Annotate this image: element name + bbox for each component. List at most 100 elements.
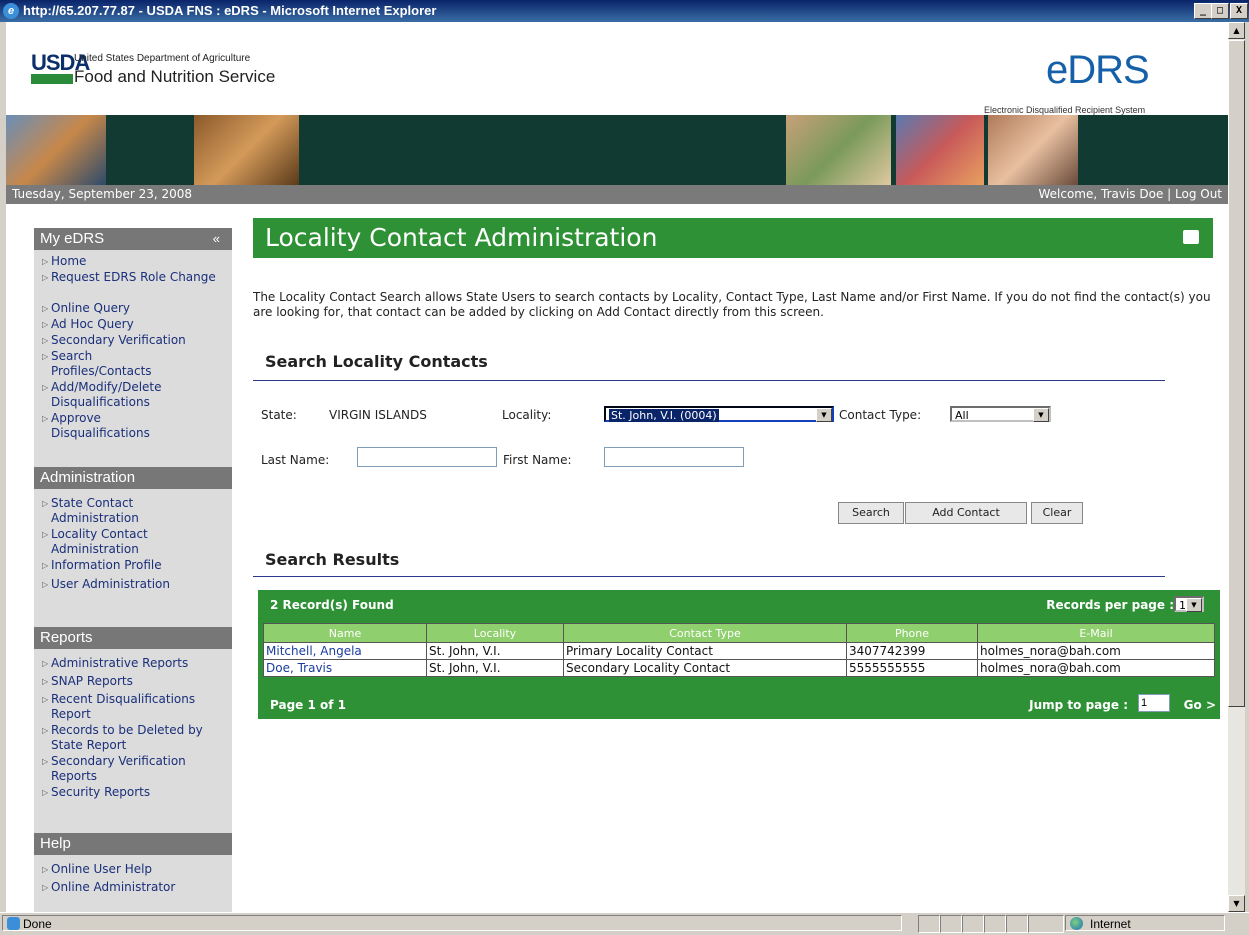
sidebar-item-locality-contact[interactable]: ▷ Locality Contact Administration	[42, 527, 232, 557]
sidebar-item-records-to-be-deleted[interactable]: ▷ Records to be Deleted by State Report	[42, 723, 232, 753]
sidebar-item-label: Information Profile	[51, 558, 162, 572]
arrow-right-icon: ▷	[42, 414, 49, 423]
collapse-icon[interactable]: «	[213, 228, 220, 250]
records-per-page-select[interactable]: 10 ▼	[1174, 596, 1204, 612]
dropdown-arrow-icon: ▼	[1033, 408, 1049, 422]
zone-text: Internet	[1090, 917, 1131, 931]
contact-name-link[interactable]: Mitchell, Angela	[266, 644, 362, 658]
sidebar-item-online-user-help[interactable]: ▷ Online User Help	[42, 862, 232, 877]
locality-select-value: St. John, V.I. (0004)	[609, 409, 719, 422]
globe-icon	[1070, 917, 1083, 930]
cell-name[interactable]: Mitchell, Angela	[263, 642, 427, 660]
edrs-full-name: Electronic Disqualified Recipient System	[984, 105, 1146, 115]
contact-type-label: Contact Type:	[839, 408, 922, 422]
sidebar-item-home[interactable]: ▷ Home	[42, 254, 232, 269]
jump-to-page-input[interactable]	[1138, 694, 1170, 712]
arrow-right-icon: ▷	[42, 383, 49, 392]
department-name: United States Department of Agriculture	[74, 53, 251, 64]
scroll-up-icon[interactable]: ▲	[1228, 22, 1245, 39]
column-header-contact-type[interactable]: Contact Type	[563, 623, 847, 643]
dropdown-arrow-icon: ▼	[1186, 598, 1202, 612]
sidebar-item-label: Search Profiles/Contacts	[51, 349, 152, 378]
sidebar-item-add-modify-delete[interactable]: ▷ Add/Modify/Delete Disqualifications	[42, 380, 232, 410]
agency-name: Food and Nutrition Service	[74, 67, 276, 86]
sidebar-item-label: Recent Disqualifications Report	[51, 692, 196, 721]
internet-explorer-icon: e	[3, 3, 19, 19]
dropdown-arrow-icon: ▼	[816, 408, 832, 422]
banner-photo-children	[194, 115, 299, 185]
vertical-scrollbar[interactable]: ▲ ▼	[1228, 22, 1245, 912]
sidebar-item-state-contact[interactable]: ▷ State Contact Administration	[42, 496, 232, 526]
sidebar-item-information-profile[interactable]: ▷ Information Profile	[42, 558, 232, 573]
table-row: Mitchell, Angela St. John, V.I. Primary …	[263, 642, 1215, 660]
sidebar-item-ad-hoc-query[interactable]: ▷ Ad Hoc Query	[42, 317, 232, 332]
locality-select[interactable]: St. John, V.I. (0004) ▼	[604, 406, 834, 422]
column-header-name[interactable]: Name	[263, 623, 427, 643]
cell-contact-type: Primary Locality Contact	[563, 642, 847, 660]
column-header-email[interactable]: E-Mail	[977, 623, 1215, 643]
results-table: Name Locality Contact Type Phone E-Mail …	[263, 623, 1215, 677]
contact-type-select[interactable]: All ▼	[950, 406, 1051, 422]
arrow-right-icon: ▷	[42, 865, 49, 874]
column-header-phone[interactable]: Phone	[846, 623, 978, 643]
sidebar-item-request-role-change[interactable]: ▷ Request EDRS Role Change	[42, 270, 232, 285]
page-description: The Locality Contact Search allows State…	[253, 290, 1211, 319]
first-name-input[interactable]	[604, 447, 744, 467]
banner-photo-market	[896, 115, 984, 185]
column-header-locality[interactable]: Locality	[426, 623, 564, 643]
clear-button[interactable]: Clear	[1031, 502, 1083, 524]
sidebar-item-secondary-verification[interactable]: ▷ Secondary Verification	[42, 333, 232, 348]
arrow-right-icon: ▷	[42, 257, 49, 266]
search-button[interactable]: Search	[838, 502, 904, 524]
banner-photo-soccer	[6, 115, 106, 185]
browser-viewport: USDA United States Department of Agricul…	[6, 22, 1228, 912]
scroll-thumb[interactable]	[1228, 40, 1245, 707]
cell-email: holmes_nora@bah.com	[977, 642, 1215, 660]
sidebar: My eDRS « ▷ Home ▷ Request EDRS Role Chang…	[6, 204, 238, 912]
sidebar-item-label: State Contact Administration	[51, 496, 139, 525]
contact-name-link[interactable]: Doe, Travis	[266, 661, 332, 675]
search-section-title: Search Locality Contacts	[265, 352, 488, 371]
sidebar-item-online-query[interactable]: ▷ Online Query	[42, 301, 232, 316]
scroll-down-icon[interactable]: ▼	[1228, 895, 1245, 912]
sidebar-heading-myedrs: My eDRS «	[34, 228, 232, 250]
locality-label: Locality:	[502, 408, 552, 422]
add-contact-button[interactable]: Add Contact	[905, 502, 1027, 524]
cell-locality: St. John, V.I.	[426, 659, 564, 677]
sidebar-item-approve[interactable]: ▷ Approve Disqualifications	[42, 411, 232, 441]
sidebar-item-label: Online Query	[51, 301, 130, 315]
sidebar-item-label: Ad Hoc Query	[51, 317, 134, 331]
minimize-button[interactable]: _	[1194, 3, 1212, 19]
arrow-right-icon: ▷	[42, 883, 49, 892]
arrow-right-icon: ▷	[42, 580, 49, 589]
section-divider	[253, 380, 1165, 381]
window-title-bar: e http://65.207.77.87 - USDA FNS : eDRS …	[0, 0, 1249, 22]
sidebar-item-user-administration[interactable]: ▷ User Administration	[42, 577, 232, 592]
arrow-right-icon: ▷	[42, 561, 49, 570]
security-zone: Internet	[1065, 915, 1225, 931]
status-cell	[1006, 915, 1028, 933]
sidebar-item-label: Approve Disqualifications	[51, 411, 150, 440]
status-bar: Done Internet	[0, 912, 1249, 935]
welcome-logout-link[interactable]: Welcome, Travis Doe | Log Out	[1038, 185, 1222, 204]
sidebar-item-search-profiles[interactable]: ▷ Search Profiles/Contacts	[42, 349, 232, 379]
arrow-right-icon: ▷	[42, 726, 49, 735]
window-title: http://65.207.77.87 - USDA FNS : eDRS - …	[23, 3, 437, 18]
maximize-button[interactable]: □	[1211, 3, 1229, 19]
arrow-right-icon: ▷	[42, 530, 49, 539]
sidebar-item-online-administrator[interactable]: ▷ Online Administrator	[42, 880, 232, 895]
close-button[interactable]: X	[1230, 3, 1248, 19]
sidebar-item-label: Online Administrator	[51, 880, 176, 894]
sidebar-item-recent-disqualifications[interactable]: ▷ Recent Disqualifications Report	[42, 692, 232, 722]
sidebar-item-secondary-verification-reports[interactable]: ▷ Secondary Verification Reports	[42, 754, 232, 784]
last-name-input[interactable]	[357, 447, 497, 467]
cell-name[interactable]: Doe, Travis	[263, 659, 427, 677]
printer-icon[interactable]	[1183, 230, 1199, 244]
go-button[interactable]: Go >	[1184, 698, 1216, 712]
sidebar-item-snap-reports[interactable]: ▷ SNAP Reports	[42, 674, 232, 689]
results-panel: 2 Record(s) Found Records per page : 10 …	[258, 590, 1220, 719]
first-name-label: First Name:	[503, 453, 572, 467]
status-cell	[1028, 915, 1064, 933]
sidebar-item-security-reports[interactable]: ▷ Security Reports	[42, 785, 232, 800]
sidebar-item-administrative-reports[interactable]: ▷ Administrative Reports	[42, 656, 232, 671]
